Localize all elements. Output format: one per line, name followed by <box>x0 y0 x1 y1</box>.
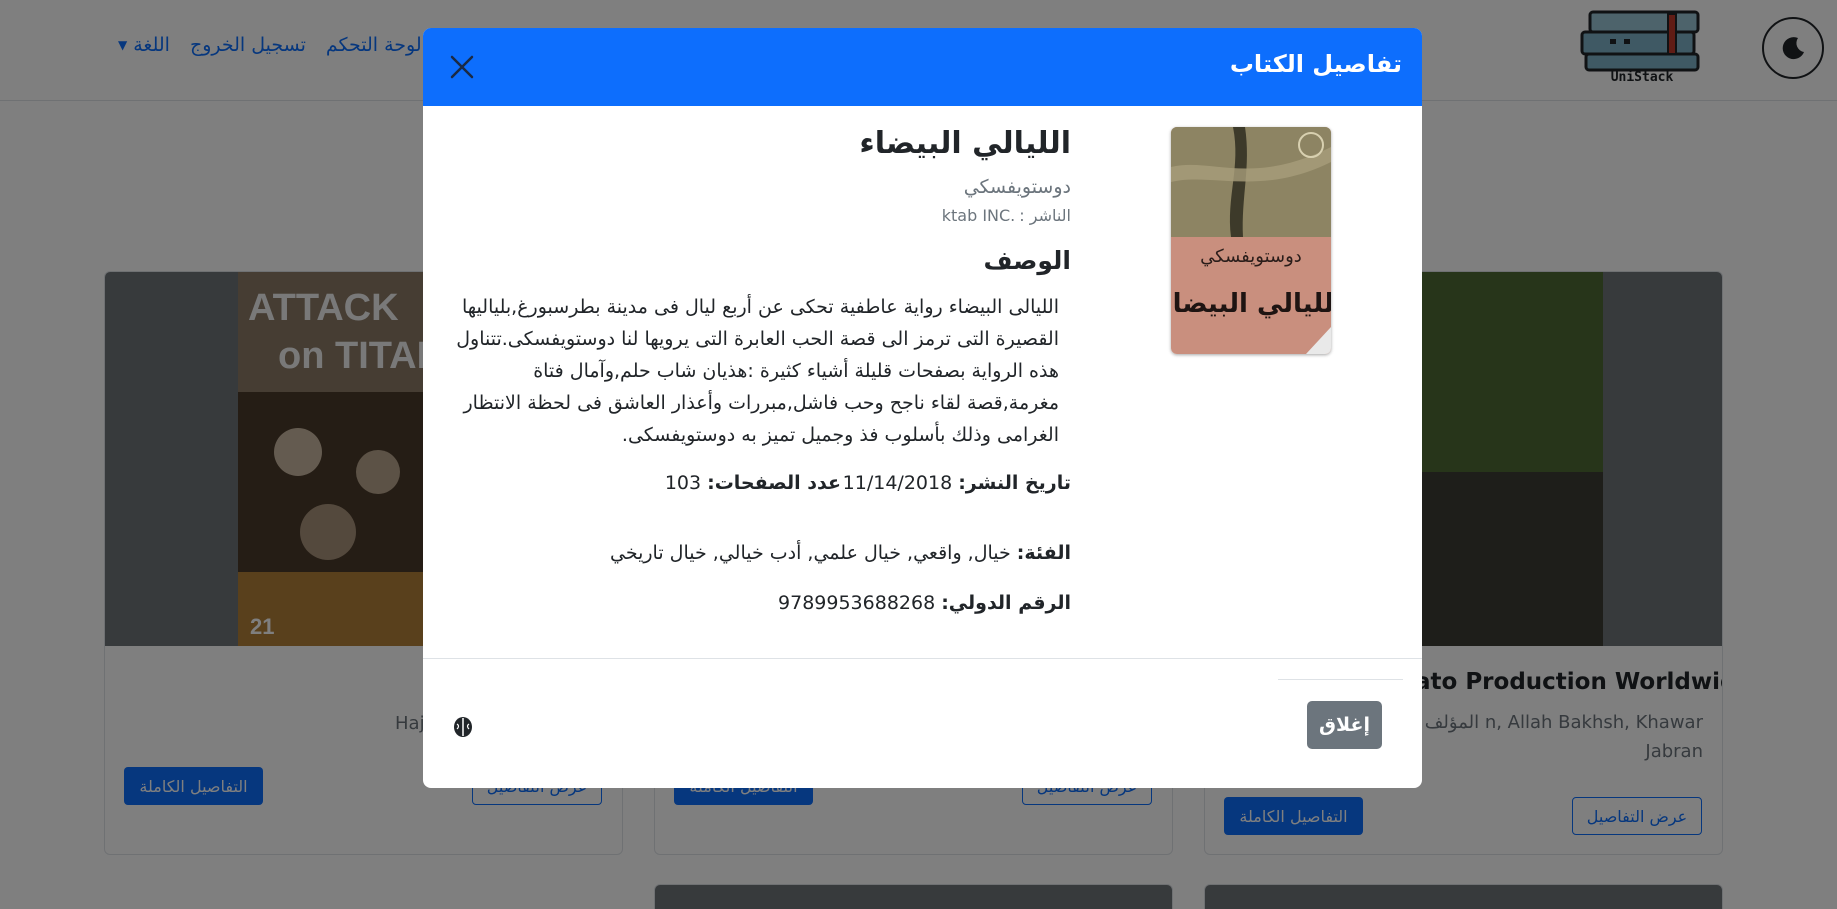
modal-header: تفاصيل الكتاب <box>423 28 1422 106</box>
publish-date-field: تاريخ النشر: 11/14/2018 <box>843 472 1071 494</box>
book-details-modal: تفاصيل الكتاب دوستويفسكي الليالي البيضاء… <box>423 28 1422 788</box>
category-field: الفئة: خيال, واقعي, خيال علمي, أدب خيالي… <box>610 542 1071 564</box>
description-line: هذه الرواية بصفحات قليلة أشياء كثيرة :هذ… <box>533 360 1059 382</box>
description-text: الليالى البيضاء رواية عاطفية تحكى عن أرب… <box>439 291 1059 451</box>
pages-field: عدد الصفحات: 103 <box>586 472 841 494</box>
description-heading: الوصف <box>983 246 1071 275</box>
category-label: الفئة: <box>1016 542 1071 564</box>
modal-title: تفاصيل الكتاب <box>1229 50 1402 78</box>
brain-icon-svg <box>454 717 472 737</box>
publisher-label: الناشر : <box>1019 206 1071 225</box>
publish-date-label: تاريخ النشر: <box>958 472 1071 494</box>
modal-close-button[interactable] <box>448 53 476 81</box>
cover-title-text: الليالي البيضاء <box>1171 289 1331 319</box>
divider <box>1278 679 1403 680</box>
book-author: دوستويفسكي <box>963 176 1071 198</box>
book-cover-image: دوستويفسكي الليالي البيضاء <box>1171 127 1331 354</box>
description-line: الغرامى وذلك بأسلوب فذ وجميل تميز به دوس… <box>621 424 1059 446</box>
pages-label: عدد الصفحات: <box>707 472 841 494</box>
publish-date-value: 11/14/2018 <box>842 472 953 494</box>
close-icon <box>450 55 474 79</box>
white-nights-cover: دوستويفسكي الليالي البيضاء <box>1171 127 1331 354</box>
close-button[interactable]: إغلاق <box>1307 701 1382 749</box>
isbn-label: الرقم الدولي: <box>941 592 1071 614</box>
description-line: مغرمة,قصة لقاء ناجح وحب فاشل,مبررات وأعذ… <box>463 392 1059 414</box>
pages-value: 103 <box>664 472 702 494</box>
isbn-value: 9789953688268 <box>778 592 936 614</box>
category-value: خيال, واقعي, خيال علمي, أدب خيالي, خيال … <box>609 542 1011 564</box>
brain-icon[interactable] <box>450 714 476 740</box>
cover-author-text: دوستويفسكي <box>1200 246 1302 267</box>
description-line: الليالى البيضاء رواية عاطفية تحكى عن أرب… <box>462 296 1059 318</box>
isbn-field: الرقم الدولي: 9789953688268 <box>778 592 1071 614</box>
book-title: الليالي البيضاء <box>859 126 1071 161</box>
book-publisher: الناشر : ktab INC. <box>942 206 1071 225</box>
publisher-value: ktab INC. <box>941 206 1016 225</box>
description-line: القصيرة التى ترمز الى قصة الحب العابرة ا… <box>456 328 1059 350</box>
modal-footer-divider <box>423 658 1422 659</box>
